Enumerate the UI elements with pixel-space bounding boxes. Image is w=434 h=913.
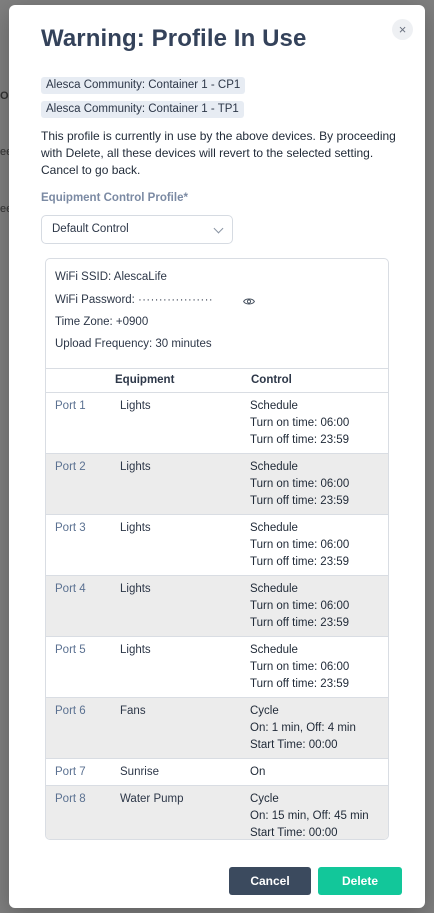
equipment-cell: Lights	[120, 400, 151, 412]
table-row: Port 3 Lights Schedule Turn on time: 06:00 T…	[46, 515, 388, 576]
port-link[interactable]: Port 8	[55, 791, 86, 808]
control-line: Schedule	[250, 583, 298, 595]
control-line: Start Time: 00:00	[250, 827, 338, 839]
time-zone: Time Zone: +0900	[55, 316, 149, 328]
header-equipment: Equipment	[115, 374, 175, 386]
modal-title: Warning: Profile In Use	[41, 25, 307, 52]
device-tag: Alesca Community: Container 1 - TP1	[41, 101, 244, 118]
table-header: Equipment Control	[46, 369, 388, 393]
equipment-cell: Lights	[120, 583, 151, 595]
control-line: Schedule	[250, 461, 298, 473]
warning-description: This profile is currently in use by the …	[41, 129, 396, 177]
profile-select-value: Default Control	[52, 223, 129, 235]
table-row: Port 1 Lights Schedule Turn on time: 06:00 T…	[46, 393, 388, 454]
background-text-3: ee	[0, 203, 9, 215]
control-cell: Schedule Turn on time: 06:00 Turn off time…	[250, 398, 349, 449]
profile-select[interactable]: Default Control	[41, 215, 233, 244]
background-text-1: ON	[0, 90, 9, 102]
port-link[interactable]: Port 3	[55, 520, 86, 537]
control-line: Turn off time: 23:59	[250, 495, 350, 507]
control-line: On: 15 min, Off: 45 min	[250, 810, 369, 822]
equipment-cell: Water Pump	[120, 793, 184, 805]
table-row: Port 6 Fans Cycle On: 1 min, Off: 4 min Star…	[46, 698, 388, 759]
wifi-password: WiFi Password: ··················	[55, 294, 213, 306]
delete-button[interactable]: Delete	[318, 867, 402, 895]
control-line: Schedule	[250, 522, 298, 534]
profile-details-panel: WiFi SSID: AlescaLife WiFi Password: ···…	[45, 258, 389, 840]
table-row: Port 5 Lights Schedule Turn on time: 06:00 T…	[46, 637, 388, 698]
equipment-cell: Sunrise	[120, 766, 159, 778]
table-row: Port 2 Lights Schedule Turn on time: 06:00 T…	[46, 454, 388, 515]
chevron-down-icon	[213, 223, 224, 234]
wifi-ssid: WiFi SSID: AlescaLife	[55, 271, 167, 283]
equipment-cell: Lights	[120, 522, 151, 534]
eye-icon[interactable]	[243, 297, 255, 306]
control-cell: Schedule Turn on time: 06:00 Turn off time…	[250, 459, 349, 510]
control-cell: Schedule Turn on time: 06:00 Turn off time…	[250, 642, 349, 693]
upload-frequency: Upload Frequency: 30 minutes	[55, 338, 212, 350]
control-line: Turn off time: 23:59	[250, 617, 350, 629]
port-link[interactable]: Port 7	[55, 764, 86, 781]
wifi-password-mask: ··················	[138, 294, 214, 306]
wifi-password-label: WiFi Password:	[55, 294, 135, 306]
control-line: Turn off time: 23:59	[250, 434, 350, 446]
device-tag: Alesca Community: Container 1 - CP1	[41, 77, 246, 94]
control-line: Schedule	[250, 644, 298, 656]
control-cell: Schedule Turn on time: 06:00 Turn off time…	[250, 581, 349, 632]
equipment-cell: Lights	[120, 644, 151, 656]
port-link[interactable]: Port 6	[55, 703, 86, 720]
close-icon[interactable]: ×	[392, 19, 413, 40]
control-line: Turn on time: 06:00	[250, 600, 350, 612]
control-line: Turn on time: 06:00	[250, 478, 350, 490]
control-line: On: 1 min, Off: 4 min	[250, 722, 356, 734]
background-text-2: ee	[0, 146, 9, 158]
profile-field-label: Equipment Control Profile*	[41, 192, 188, 204]
control-line: Schedule	[250, 400, 298, 412]
port-link[interactable]: Port 4	[55, 581, 86, 598]
control-line: On	[250, 766, 266, 778]
control-line: Cycle	[250, 705, 279, 717]
control-line: Turn on time: 06:00	[250, 417, 350, 429]
table-row: Port 4 Lights Schedule Turn on time: 06:00 T…	[46, 576, 388, 637]
control-cell: Cycle On: 15 min, Off: 45 min Start Time: …	[250, 791, 369, 839]
control-line: Cycle	[250, 793, 279, 805]
table-row: Port 8 Water Pump Cycle On: 15 min, Off: 45…	[46, 786, 388, 839]
control-line: Start Time: 00:00	[250, 739, 338, 751]
table-row: Port 7 Sunrise On	[46, 759, 388, 786]
equipment-cell: Fans	[120, 705, 146, 717]
control-line: Turn off time: 23:59	[250, 556, 350, 568]
port-link[interactable]: Port 5	[55, 642, 86, 659]
port-link[interactable]: Port 1	[55, 398, 86, 415]
control-cell: Schedule Turn on time: 06:00 Turn off time…	[250, 520, 349, 571]
control-line: Turn on time: 06:00	[250, 539, 350, 551]
control-line: Turn on time: 06:00	[250, 661, 350, 673]
equipment-cell: Lights	[120, 461, 151, 473]
cancel-button[interactable]: Cancel	[229, 867, 311, 895]
control-cell: On	[250, 764, 265, 781]
control-line: Turn off time: 23:59	[250, 678, 350, 690]
header-control: Control	[251, 374, 292, 386]
control-cell: Cycle On: 1 min, Off: 4 min Start Time: 00…	[250, 703, 356, 754]
profile-in-use-modal: × Warning: Profile In Use Alesca Communi…	[9, 5, 425, 908]
port-table: Equipment Control Port 1 Lights Schedule Tu…	[46, 368, 388, 839]
port-link[interactable]: Port 2	[55, 459, 86, 476]
